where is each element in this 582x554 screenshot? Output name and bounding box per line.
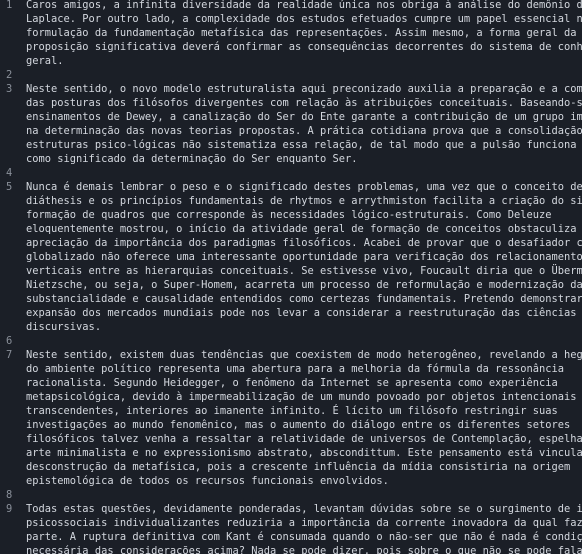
line-text-row: Nietzsche, ou seja, o Super-Homem, acarr… [26, 279, 582, 291]
line-text-row [26, 166, 582, 180]
line-content[interactable] [26, 68, 582, 82]
line-text-row: arte minimalista e no expressionismo abs… [26, 447, 582, 459]
line-number: 2 [6, 69, 13, 81]
editor-line[interactable]: 4 [0, 166, 582, 180]
editor-line[interactable]: 3 Neste sentido, o novo modelo estrutural… [0, 82, 582, 166]
line-text-row: filosóficos talvez venha a ressaltar a r… [26, 433, 582, 445]
editor-line[interactable]: 7 Neste sentido, existem duas tendências … [0, 348, 582, 488]
line-text-row: verticais entre as hierarquias conceitua… [26, 265, 582, 277]
line-text-row: na determinação das novas teorias propos… [26, 125, 582, 137]
line-content[interactable]: Neste sentido, existem duas tendências q… [26, 348, 582, 488]
text-editor[interactable]: 1 Caros amigos, a infinita diversidade da… [0, 0, 582, 554]
line-text-row: discursivas. [26, 321, 102, 333]
line-text-row: Caros amigos, a infinita diversidade da … [26, 0, 582, 11]
line-text-row: necessária das considerações acima? Nada… [26, 545, 582, 554]
line-text-row: Todas estas questões, devidamente ponder… [26, 503, 582, 515]
editor-line[interactable]: 1 Caros amigos, a infinita diversidade da… [0, 0, 582, 68]
line-number: 7 [6, 349, 13, 361]
editor-line[interactable]: 6 [0, 334, 582, 348]
line-text-row: Neste sentido, existem duas tendências q… [26, 349, 582, 361]
line-text-row: ensinamentos de Dewey, a canalização do … [26, 111, 582, 123]
line-text-row: formação de quadros que corresponde às n… [26, 209, 552, 221]
line-text-row: psicossociais individualizantes reduziri… [26, 517, 582, 529]
line-number: 4 [6, 167, 13, 179]
line-text-row: geral. [26, 55, 64, 67]
line-text-row: substancialidade e causalidade entendido… [26, 293, 582, 305]
line-text-row: do ambiente político representa uma aber… [26, 363, 564, 375]
editor-line[interactable]: 9 Todas estas questões, devidamente ponde… [0, 502, 582, 554]
line-text-row: formulação da fundamentação metafísica d… [26, 27, 577, 39]
line-text-row: transcendentes, interiores ao imanente i… [26, 405, 558, 417]
line-text-row: das posturas dos filósofos divergentes c… [26, 97, 582, 109]
line-text-row: diáthesis e os princípios fundamentais d… [26, 195, 582, 207]
line-text-row: estruturas psico-lógicas não sistematiza… [26, 139, 582, 151]
editor-lines: 1 Caros amigos, a infinita diversidade da… [0, 0, 582, 554]
line-number: 1 [6, 0, 13, 11]
line-number: 9 [6, 503, 13, 515]
line-number: 5 [6, 181, 13, 193]
line-content[interactable]: Todas estas questões, devidamente ponder… [26, 502, 582, 554]
line-text-row: globalizado não oferece uma interessante… [26, 251, 582, 263]
line-content[interactable] [26, 488, 582, 502]
editor-line[interactable]: 8 [0, 488, 582, 502]
line-text-row: metapsicológica, devido à impermeabiliza… [26, 391, 582, 403]
editor-line[interactable]: 5 Nunca é demais lembrar o peso e o signi… [0, 180, 582, 334]
line-text-row: proposição significativa deverá confirma… [26, 41, 582, 53]
line-number: 3 [6, 83, 13, 95]
line-text-row: epistemológica de todos os recursos func… [26, 475, 389, 487]
line-text-row: Laplace. Por outro lado, a complexidade … [26, 13, 582, 25]
line-text-row: Nunca é demais lembrar o peso e o signif… [26, 181, 582, 193]
line-content[interactable]: Nunca é demais lembrar o peso e o signif… [26, 180, 582, 334]
line-text-row: apreciação da importância dos paradigmas… [26, 237, 582, 249]
line-content[interactable] [26, 334, 582, 348]
line-number: 6 [6, 335, 13, 347]
line-text-row: racionalista. Segundo Heidegger, o fenôm… [26, 377, 558, 389]
editor-line[interactable]: 2 [0, 68, 582, 82]
line-number: 8 [6, 489, 13, 501]
line-text-row: Neste sentido, o novo modelo estruturali… [26, 83, 582, 95]
line-text-row [26, 334, 582, 348]
line-text-row: eloquentemente mostrou, o início da ativ… [26, 223, 582, 235]
line-text-row: como significado da determinação do Ser … [26, 153, 358, 165]
line-text-row [26, 68, 582, 82]
line-text-row: parte. A ruptura definitiva com Kant é c… [26, 531, 582, 543]
line-text-row: investigações ao mundo fenomênico, mas o… [26, 419, 571, 431]
line-text-row: expansão dos mercados mundiais pode nos … [26, 307, 577, 319]
line-content[interactable]: Caros amigos, a infinita diversidade da … [26, 0, 582, 68]
line-content[interactable] [26, 166, 582, 180]
line-text-row [26, 488, 582, 502]
line-content[interactable]: Neste sentido, o novo modelo estruturali… [26, 82, 582, 166]
line-text-row: desconstrução da metafísica, pois a cres… [26, 461, 571, 473]
